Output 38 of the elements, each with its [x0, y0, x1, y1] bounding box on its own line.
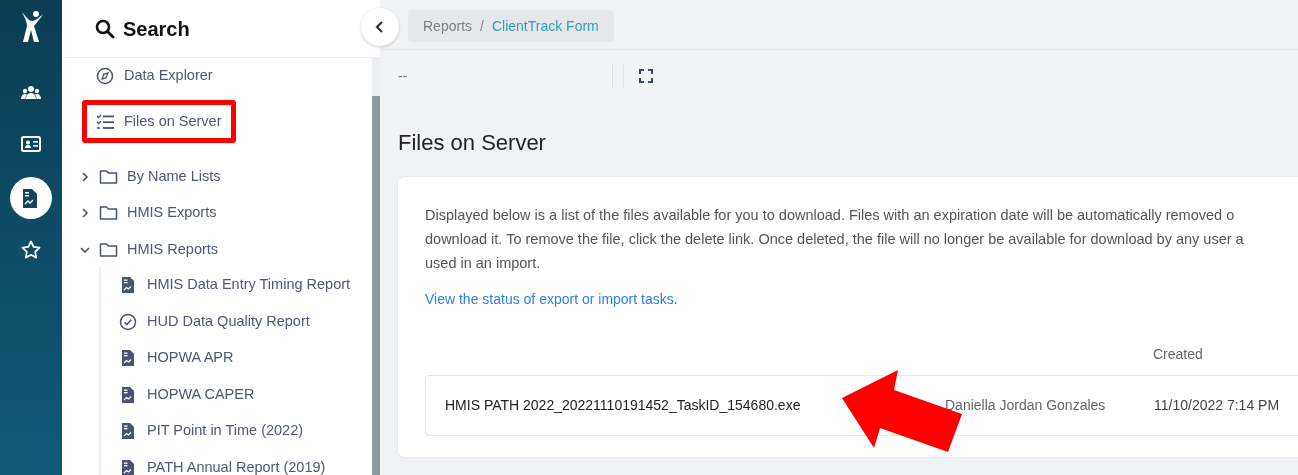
toolbar-value: -- — [398, 66, 409, 86]
folder-icon — [99, 167, 118, 186]
breadcrumb-separator: / — [480, 16, 484, 36]
chevron-right-icon[interactable] — [80, 208, 90, 219]
folder-icon — [99, 204, 118, 223]
link-sentence: View the status of export or import tasks. — [425, 290, 679, 309]
checklist-icon — [96, 112, 115, 131]
check-circle-icon — [119, 312, 138, 331]
star-icon — [21, 240, 41, 260]
chevron-right-icon[interactable] — [80, 171, 90, 182]
sidebar-item[interactable]: HOPWA CAPER — [119, 383, 255, 406]
sidebar-item[interactable]: HMIS Exports — [99, 202, 217, 225]
file-name: HMIS PATH 2022_20221110191452_TaskID_154680.exe — [444, 396, 802, 415]
sidebar-item[interactable]: PATH Annual Report (2019) — [119, 456, 326, 475]
chevron-down-icon[interactable] — [80, 244, 90, 255]
chevron-left-icon — [375, 20, 385, 34]
sidebar-item[interactable]: By Name Lists — [99, 165, 221, 188]
compass-icon — [96, 67, 115, 86]
table-cell-text: 11/10/2022 7:14 PM — [1154, 396, 1280, 415]
sidebar-item[interactable]: HUD Data Quality Report — [119, 310, 310, 333]
sidebar-item[interactable]: PIT Point in Time (2022) — [119, 420, 304, 443]
sidebar-item[interactable]: Files on Server — [82, 99, 236, 144]
page-title: Files on Server — [397, 129, 547, 157]
sidebar-item[interactable]: Data Explorer — [96, 65, 213, 88]
description-text: Displayed below is a list of the files available for you to download. Files with an expiration date will be automatically removed o download it. To remove the file, click the delete link. Once deleted, the file will no longer be available for download by any user a used in an import. — [425, 206, 1245, 273]
search-icon — [95, 18, 115, 39]
sidebar-item[interactable]: HOPWA APR — [119, 347, 234, 370]
scrollbar[interactable] — [372, 58, 380, 475]
folder-icon — [99, 240, 118, 259]
table-cell-text: Daniella Jordan Gonzales — [945, 396, 1107, 415]
sidebar-title: Search — [123, 16, 190, 42]
column-header: Created — [1153, 345, 1203, 364]
fullscreen-icon[interactable] — [639, 69, 653, 83]
sidebar-item[interactable]: HMIS Data Entry Timing Report — [119, 274, 351, 297]
file-row[interactable]: HMIS PATH 2022_20221110191452_TaskID_154680.exe Daniella Jordan Gonzales 11/10/2022 7:14 PM — [425, 375, 1298, 436]
sidebar-item[interactable]: HMIS Reports — [99, 238, 219, 261]
rail-button[interactable] — [10, 177, 52, 219]
status-link[interactable]: View the status of export or import tasks — [425, 291, 674, 307]
